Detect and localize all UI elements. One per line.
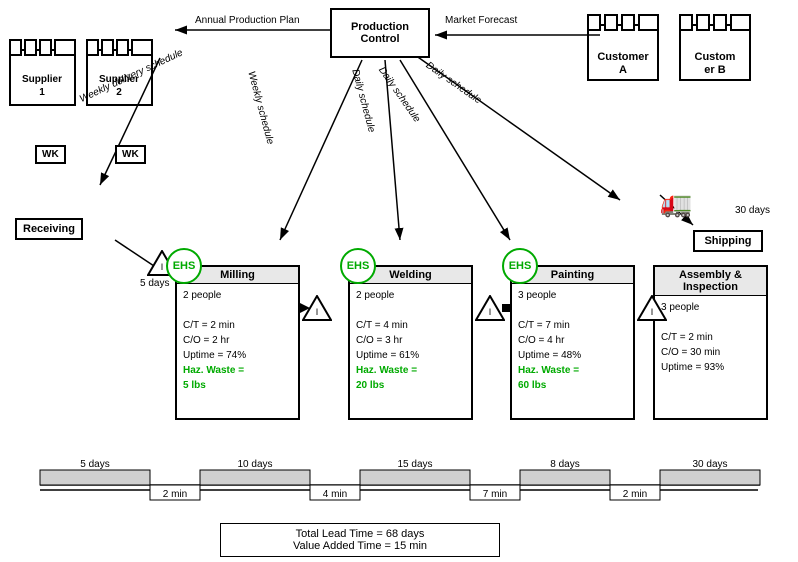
svg-text:2 min: 2 min [623,489,647,500]
production-control-label: Production Control [332,21,428,45]
milling-haz: Haz. Waste =5 lbs [183,363,292,393]
painting-people: 3 people [518,288,627,303]
milling-co: C/O = 2 hr [183,333,292,348]
vsm-diagram: Production Control Customer A Custom er … [0,0,798,562]
svg-text:8 days: 8 days [550,459,579,470]
welding-haz: Haz. Waste =20 lbs [356,363,465,393]
svg-text:1: 1 [39,87,45,98]
svg-text:I: I [316,307,319,317]
svg-text:4 min: 4 min [323,489,347,500]
kanban-2: WK [115,145,146,164]
assembly-title: Assembly & Inspection [655,267,766,296]
svg-text:Customer: Customer [597,51,649,63]
milling-body: 2 people C/T = 2 min C/O = 2 hr Uptime =… [177,284,298,397]
inventory-triangle-4: I [637,295,667,324]
welding-body: 2 people C/T = 4 min C/O = 3 hr Uptime =… [350,284,471,397]
daily-schedule-2-label: Daily schedule [376,65,422,125]
painting-process-box: Painting 3 people C/T = 7 min C/O = 4 hr… [510,265,635,420]
assembly-process-box: Assembly & Inspection 3 people C/T = 2 m… [653,265,768,420]
daily-schedule-1-label: Daily schedule [349,68,376,134]
inv-days-label: 5 days [140,278,169,289]
assembly-ct: C/T = 2 min [661,330,760,345]
svg-text:5 days: 5 days [80,459,109,470]
truck-icon: 🚛 [660,188,692,219]
svg-text:er B: er B [704,64,725,76]
production-control-box: Production Control [330,8,430,58]
svg-text:I: I [651,307,654,317]
customer-a-icon: Customer A [583,5,663,95]
customer-b-area: Custom er B [675,5,755,98]
annual-plan-label: Annual Production Plan [195,15,300,26]
svg-text:Supplier: Supplier [22,74,62,85]
shipping-box: Shipping [693,230,763,252]
svg-text:A: A [619,64,627,76]
receiving-label: Receiving [23,223,75,235]
total-lead-time: Total Lead Time = 68 days [233,528,487,540]
svg-text:Custom: Custom [695,51,736,63]
svg-text:I: I [161,262,164,272]
daily-schedule-3-label: Daily schedule [424,60,484,106]
milling-uptime: Uptime = 74% [183,348,292,363]
ehs-milling: EHS [166,248,202,284]
assembly-people: 3 people [661,300,760,315]
customer-a-area: Customer A [583,5,663,98]
painting-co: C/O = 4 hr [518,333,627,348]
inventory-triangle-2: I [302,295,332,324]
kanban-1: WK [35,145,66,164]
market-forecast-label: Market Forecast [445,15,517,26]
summary-box: Total Lead Time = 68 days Value Added Ti… [220,523,500,557]
shipping-days-label: 30 days [735,205,770,216]
svg-text:15 days: 15 days [397,459,432,470]
painting-ct: C/T = 7 min [518,318,627,333]
welding-process-box: Welding 2 people C/T = 4 min C/O = 3 hr … [348,265,473,420]
ehs-welding: EHS [340,248,376,284]
svg-text:I: I [489,307,492,317]
receiving-box: Receiving [15,218,83,240]
milling-process-box: Milling 2 people C/T = 2 min C/O = 2 hr … [175,265,300,420]
value-added-time: Value Added Time = 15 min [233,540,487,552]
ehs-painting: EHS [502,248,538,284]
milling-ct: C/T = 2 min [183,318,292,333]
painting-body: 3 people C/T = 7 min C/O = 4 hr Uptime =… [512,284,633,397]
painting-uptime: Uptime = 48% [518,348,627,363]
shipping-label: Shipping [704,235,751,247]
assembly-uptime: Uptime = 93% [661,360,760,375]
assembly-co: C/O = 30 min [661,345,760,360]
welding-co: C/O = 3 hr [356,333,465,348]
weekly-schedule-label: Weekly schedule [245,70,275,146]
welding-ct: C/T = 4 min [356,318,465,333]
assembly-body: 3 people C/T = 2 min C/O = 30 min Uptime… [655,296,766,379]
svg-text:7 min: 7 min [483,489,507,500]
welding-uptime: Uptime = 61% [356,348,465,363]
svg-text:10 days: 10 days [237,459,272,470]
milling-people: 2 people [183,288,292,303]
svg-text:2 min: 2 min [163,489,187,500]
svg-text:30 days: 30 days [692,459,727,470]
painting-haz: Haz. Waste =60 lbs [518,363,627,393]
welding-people: 2 people [356,288,465,303]
supplier-1-icon: Supplier 1 [5,30,80,120]
inventory-triangle-3: I [475,295,505,324]
customer-b-icon: Custom er B [675,5,755,95]
supplier-1-area: Supplier 1 [5,30,80,123]
